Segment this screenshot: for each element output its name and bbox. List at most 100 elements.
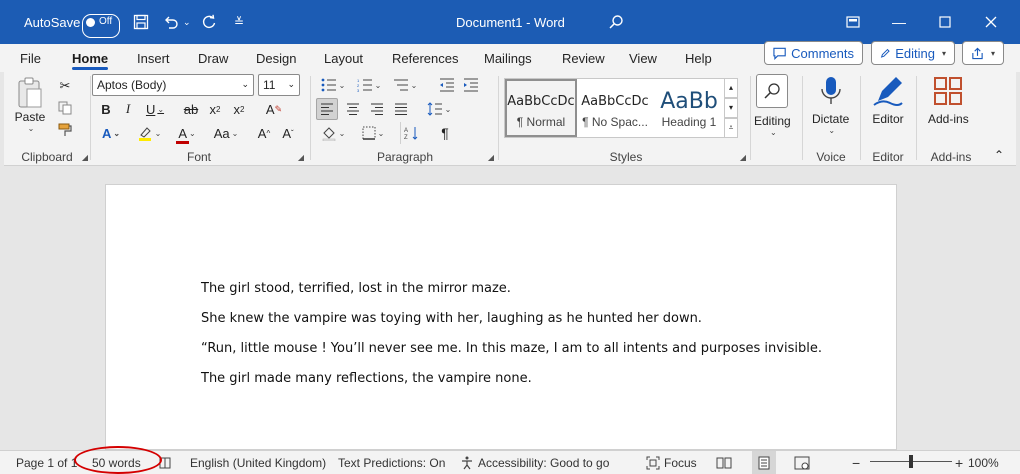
language-indicator[interactable]: English (United Kingdom) [190,451,326,474]
zoom-level[interactable]: 100% [968,451,999,474]
editor-group-label: Editor [872,150,904,164]
tab-review[interactable]: Review [562,44,605,72]
text-effects-icon[interactable]: A ⌄ [96,122,126,144]
font-color-icon[interactable]: A ⌄ [172,122,202,144]
borders-icon[interactable]: ⌄ [356,122,390,144]
autosave-toggle[interactable]: Off [82,13,120,38]
editing-button[interactable]: Editing ⌄ [754,74,791,137]
document-title: Document1 - Word [456,14,565,30]
superscript-icon[interactable]: x2 [228,98,250,120]
sort-icon[interactable]: AZ [400,122,422,144]
italic-icon[interactable]: I [118,98,138,120]
subscript-icon[interactable]: x2 [204,98,226,120]
dictate-button[interactable]: Dictate ⌄ [812,74,849,135]
minimize-icon[interactable]: — [876,10,922,34]
strikethrough-icon[interactable]: ab [180,98,202,120]
paragraph-3[interactable]: “Run, little mouse ! You’ll never see me… [201,341,822,356]
comments-label: Comments [791,45,854,61]
change-case-icon[interactable]: Aa ⌄ [210,122,242,144]
decrease-indent-icon[interactable] [436,74,458,96]
align-left-icon[interactable] [316,98,338,120]
font-name-box[interactable]: Aptos (Body) ⌄ [92,74,254,96]
accessibility-status[interactable]: Accessibility: Good to go [460,451,609,474]
accessibility-icon [462,456,472,470]
highlight-color-icon[interactable]: ⌄ [134,122,164,144]
tab-insert[interactable]: Insert [137,44,170,72]
chevron-down-icon: ▾ [990,48,995,58]
tab-file[interactable]: File [20,44,41,72]
clipboard-group: Paste ⌄ ✂ Clipboard ◢ [4,72,90,166]
editor-button[interactable]: Editor [872,74,904,126]
cut-icon[interactable]: ✂ [54,76,76,96]
undo-dropdown-icon[interactable]: ⌄ [183,10,191,34]
styles-group-label: Styles [609,150,643,164]
justify-icon[interactable] [390,98,412,120]
numbering-icon[interactable]: 1 2 3 ⌄ [352,74,386,96]
read-mode-icon[interactable] [716,451,732,474]
chevron-down-icon: ⌄ [27,124,35,133]
align-right-icon[interactable] [366,98,388,120]
paragraph-4[interactable]: The girl made many reflections, the vamp… [201,371,532,386]
editing-mode-button[interactable]: Editing ▾ [871,41,955,65]
paste-label: Paste [14,110,46,124]
tab-references[interactable]: References [392,44,458,72]
tab-layout[interactable]: Layout [324,44,363,72]
page-count[interactable]: Page 1 of 1 [16,451,77,474]
share-button[interactable]: ▾ [962,41,1004,65]
close-icon[interactable] [968,10,1014,34]
save-icon[interactable] [128,10,154,34]
search-icon[interactable] [603,10,629,34]
group-divider [802,76,803,160]
redo-icon[interactable] [196,10,222,34]
align-center-icon[interactable] [342,98,364,120]
tab-view[interactable]: View [629,44,657,72]
focus-button[interactable]: Focus [646,451,697,474]
clear-formatting-icon[interactable]: A ✎ [262,98,286,120]
clipboard-launcher-icon[interactable]: ◢ [82,153,88,162]
tab-home[interactable]: Home [72,44,109,72]
font-size-box[interactable]: 11 ⌄ [258,74,300,96]
font-launcher-icon[interactable]: ◢ [298,153,304,162]
editor-label: Editor [872,112,904,126]
zoom-slider-thumb[interactable] [909,455,913,468]
bold-icon[interactable]: B [96,98,116,120]
web-layout-icon[interactable] [794,451,810,474]
underline-icon[interactable]: U ⌄ [142,98,168,120]
show-formatting-marks-icon[interactable]: ¶ [434,122,456,144]
ribbon-display-icon[interactable] [830,10,876,34]
comments-button[interactable]: Comments [764,41,863,65]
addins-label: Add-ins [928,112,969,126]
bullets-icon[interactable]: ⌄ [316,74,350,96]
multilevel-list-icon[interactable]: ⌄ [388,74,422,96]
print-layout-icon[interactable] [752,451,776,474]
maximize-icon[interactable] [922,10,968,34]
tab-draw[interactable]: Draw [198,44,228,72]
title-bar: AutoSave Off ⌄ ≚ Document1 - Word — [0,0,1020,44]
paragraph-2[interactable]: She knew the vampire was toying with her… [201,311,702,326]
undo-icon[interactable] [158,10,184,34]
paste-button[interactable]: Paste ⌄ [14,76,46,133]
line-spacing-icon[interactable]: ⌄ [422,98,456,120]
paragraph-1[interactable]: The girl stood, terrified, lost in the m… [201,281,511,296]
zoom-out-button[interactable]: − [852,451,860,474]
svg-text:Z: Z [404,135,408,140]
collapse-ribbon-icon[interactable]: ⌃ [994,148,1004,162]
document-page[interactable]: The girl stood, terrified, lost in the m… [105,184,897,450]
tab-help[interactable]: Help [685,44,712,72]
shrink-font-icon[interactable]: Aˇ [278,122,298,144]
text-predictions-status[interactable]: Text Predictions: On [338,451,445,474]
styles-launcher-icon[interactable]: ◢ [740,153,746,162]
increase-indent-icon[interactable] [460,74,482,96]
chevron-down-icon: ⌄ [828,126,836,135]
paragraph-launcher-icon[interactable]: ◢ [488,153,494,162]
shading-icon[interactable]: ⌄ [316,122,350,144]
format-painter-icon[interactable] [54,120,76,140]
copy-icon[interactable] [54,98,76,118]
addins-button[interactable]: Add-ins [928,74,969,126]
zoom-in-button[interactable]: + [955,451,963,474]
svg-text:3: 3 [357,88,360,92]
grow-font-icon[interactable]: A ^ [254,122,274,144]
customize-quick-access-icon[interactable]: ≚ [226,10,252,34]
tab-mailings[interactable]: Mailings [484,44,532,72]
tab-design[interactable]: Design [256,44,296,72]
